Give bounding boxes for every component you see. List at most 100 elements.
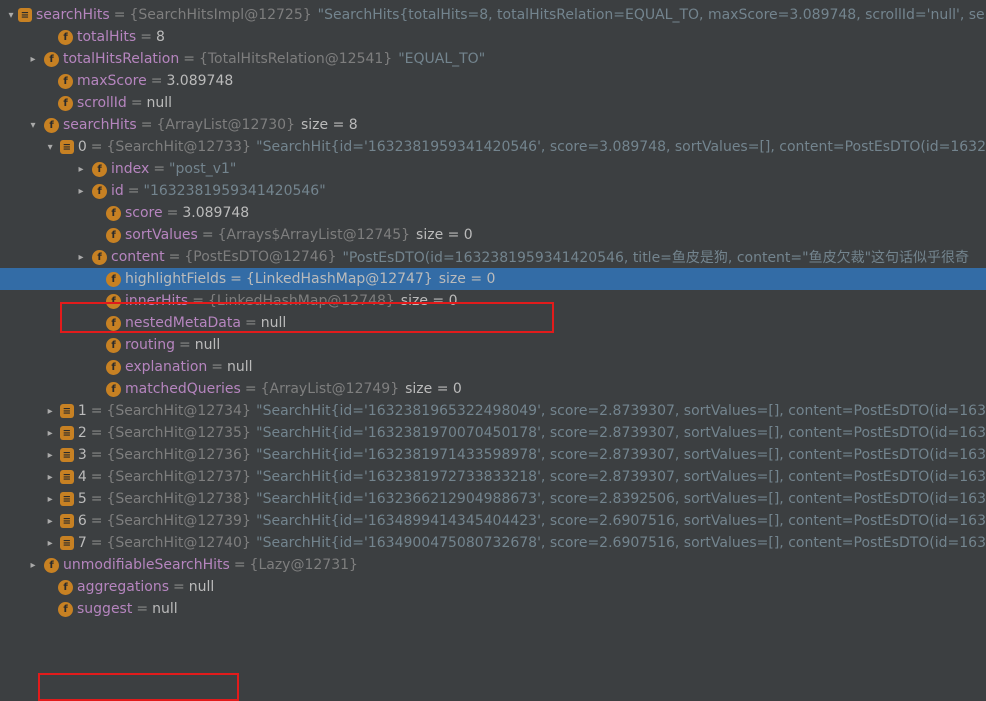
debugger-variables-tree: ▾ ≡ searchHits = {SearchHitsImpl@12725} … <box>0 0 986 620</box>
tree-row-innerhits[interactable]: ▾ f innerHits = {LinkedHashMap@12748} si… <box>0 290 986 312</box>
object-preview: "SearchHit{id='1632381965322498049', sco… <box>256 403 986 419</box>
object-type: {ArrayList@12749} <box>261 381 400 397</box>
chevron-right-icon[interactable]: ▸ <box>74 186 88 197</box>
tree-row-score[interactable]: ▾ f score = 3.089748 <box>0 202 986 224</box>
tree-row-sortvalues[interactable]: ▾ f sortValues = {Arrays$ArrayList@12745… <box>0 224 986 246</box>
field-name: routing <box>125 337 175 353</box>
field-badge-icon: f <box>106 360 121 375</box>
chevron-right-icon[interactable]: ▸ <box>44 538 56 549</box>
field-badge-icon: f <box>106 206 121 221</box>
chevron-right-icon[interactable]: ▸ <box>44 428 56 439</box>
list-badge-icon: ≡ <box>60 404 74 418</box>
field-name: suggest <box>77 601 132 617</box>
tree-row-scrollid[interactable]: ▾ f scrollId = null <box>0 92 986 114</box>
field-value: "post_v1" <box>169 161 236 177</box>
field-value: null <box>152 601 178 617</box>
tree-row-unmodifiable[interactable]: ▸ f unmodifiableSearchHits = {Lazy@12731… <box>0 554 986 576</box>
chevron-right-icon[interactable]: ▸ <box>26 560 40 571</box>
array-index: 1 <box>78 403 87 419</box>
field-badge-icon: f <box>58 96 73 111</box>
object-type: {SearchHit@12740} <box>107 535 251 551</box>
tree-row-hit-2[interactable]: ▸≡2={SearchHit@12735}"SearchHit{id='1632… <box>0 422 986 444</box>
object-type: {TotalHitsRelation@12541} <box>199 51 392 67</box>
chevron-right-icon[interactable]: ▸ <box>44 516 56 527</box>
size-label: size = 0 <box>416 227 473 243</box>
field-badge-icon: f <box>44 118 59 133</box>
field-badge-icon: f <box>92 250 107 265</box>
field-name: sortValues <box>125 227 198 243</box>
tree-row-index[interactable]: ▸ f index = "post_v1" <box>0 158 986 180</box>
field-name: explanation <box>125 359 207 375</box>
tree-row-totalhits[interactable]: ▾ f totalHits = 8 <box>0 26 986 48</box>
tree-row-explanation[interactable]: ▾ f explanation = null <box>0 356 986 378</box>
tree-row-routing[interactable]: ▾ f routing = null <box>0 334 986 356</box>
size-label: size = 0 <box>401 293 458 309</box>
array-index: 5 <box>78 491 87 507</box>
tree-row-nestedmetadata[interactable]: ▾ f nestedMetaData = null <box>0 312 986 334</box>
field-badge-icon: f <box>106 272 121 287</box>
object-preview: "PostEsDTO(id=1632381959341420546, title… <box>342 247 969 267</box>
chevron-right-icon[interactable]: ▸ <box>44 450 56 461</box>
tree-row-suggest[interactable]: ▾ f suggest = null <box>0 598 986 620</box>
field-badge-icon: f <box>106 294 121 309</box>
field-name: maxScore <box>77 73 147 89</box>
chevron-down-icon[interactable]: ▾ <box>26 120 40 131</box>
chevron-right-icon[interactable]: ▸ <box>44 494 56 505</box>
tree-row-id[interactable]: ▸ f id = "1632381959341420546" <box>0 180 986 202</box>
tree-row-aggregations[interactable]: ▾ f aggregations = null <box>0 576 986 598</box>
tree-row-hit-5[interactable]: ▸≡5={SearchHit@12738}"SearchHit{id='1632… <box>0 488 986 510</box>
tree-row-hit-7[interactable]: ▸≡7={SearchHit@12740}"SearchHit{id='1634… <box>0 532 986 554</box>
chevron-right-icon[interactable]: ▸ <box>74 164 88 175</box>
field-name: highlightFields <box>125 271 226 287</box>
object-type: {SearchHit@12736} <box>107 447 251 463</box>
object-type: {SearchHitsImpl@12725} <box>129 7 311 23</box>
object-type: {ArrayList@12730} <box>156 117 295 133</box>
field-value: "1632381959341420546" <box>144 183 326 199</box>
tree-row-hit-1[interactable]: ▸≡1={SearchHit@12734}"SearchHit{id='1632… <box>0 400 986 422</box>
tree-row-hit-0[interactable]: ▾ ≡ 0 = {SearchHit@12733} "SearchHit{id=… <box>0 136 986 158</box>
chevron-down-icon[interactable]: ▾ <box>4 10 18 21</box>
tree-row-totalhitsrelation[interactable]: ▸ f totalHitsRelation = {TotalHitsRelati… <box>0 48 986 70</box>
field-badge-icon: f <box>58 580 73 595</box>
tree-row-searchhits-list[interactable]: ▾ f searchHits = {ArrayList@12730} size … <box>0 114 986 136</box>
object-preview: "SearchHit{id='1634899414345404423', sco… <box>256 513 986 529</box>
object-type: {SearchHit@12739} <box>107 513 251 529</box>
list-badge-icon: ≡ <box>60 448 74 462</box>
object-type: {Lazy@12731} <box>250 557 358 573</box>
tree-row-hit-6[interactable]: ▸≡6={SearchHit@12739}"SearchHit{id='1634… <box>0 510 986 532</box>
chevron-right-icon[interactable]: ▸ <box>44 472 56 483</box>
object-type: {SearchHit@12738} <box>107 491 251 507</box>
field-name: score <box>125 205 163 221</box>
object-preview: "SearchHit{id='1632381971433598978', sco… <box>256 447 986 463</box>
field-badge-icon: f <box>106 228 121 243</box>
field-value: null <box>227 359 253 375</box>
object-preview: "SearchHit{id='1634900475080732678', sco… <box>256 535 986 551</box>
object-preview: "SearchHits{totalHits=8, totalHitsRelati… <box>318 7 985 23</box>
array-index: 3 <box>78 447 87 463</box>
field-badge-icon: f <box>106 382 121 397</box>
chevron-down-icon[interactable]: ▾ <box>44 142 56 153</box>
chevron-right-icon[interactable]: ▸ <box>26 54 40 65</box>
field-badge-icon: f <box>92 184 107 199</box>
field-value: 8 <box>156 29 165 45</box>
tree-row-root[interactable]: ▾ ≡ searchHits = {SearchHitsImpl@12725} … <box>0 4 986 26</box>
chevron-right-icon[interactable]: ▸ <box>44 406 56 417</box>
tree-row-highlightfields[interactable]: ▾ f highlightFields = {LinkedHashMap@127… <box>0 268 986 290</box>
chevron-right-icon[interactable]: ▸ <box>74 252 88 263</box>
field-value: null <box>261 315 287 331</box>
field-name: aggregations <box>77 579 169 595</box>
object-type: {LinkedHashMap@12747} <box>246 271 433 287</box>
field-name: id <box>111 183 124 199</box>
tree-row-hit-4[interactable]: ▸≡4={SearchHit@12737}"SearchHit{id='1632… <box>0 466 986 488</box>
field-name: innerHits <box>125 293 188 309</box>
field-badge-icon: f <box>58 74 73 89</box>
tree-row-content[interactable]: ▸ f content = {PostEsDTO@12746} "PostEsD… <box>0 246 986 268</box>
tree-row-maxscore[interactable]: ▾ f maxScore = 3.089748 <box>0 70 986 92</box>
field-name: searchHits <box>36 7 110 23</box>
field-name: unmodifiableSearchHits <box>63 557 230 573</box>
tree-row-hit-3[interactable]: ▸≡3={SearchHit@12736}"SearchHit{id='1632… <box>0 444 986 466</box>
field-badge-icon: f <box>106 316 121 331</box>
tree-row-matchedqueries[interactable]: ▾ f matchedQueries = {ArrayList@12749} s… <box>0 378 986 400</box>
array-index: 7 <box>78 535 87 551</box>
field-value: "EQUAL_TO" <box>398 51 485 67</box>
